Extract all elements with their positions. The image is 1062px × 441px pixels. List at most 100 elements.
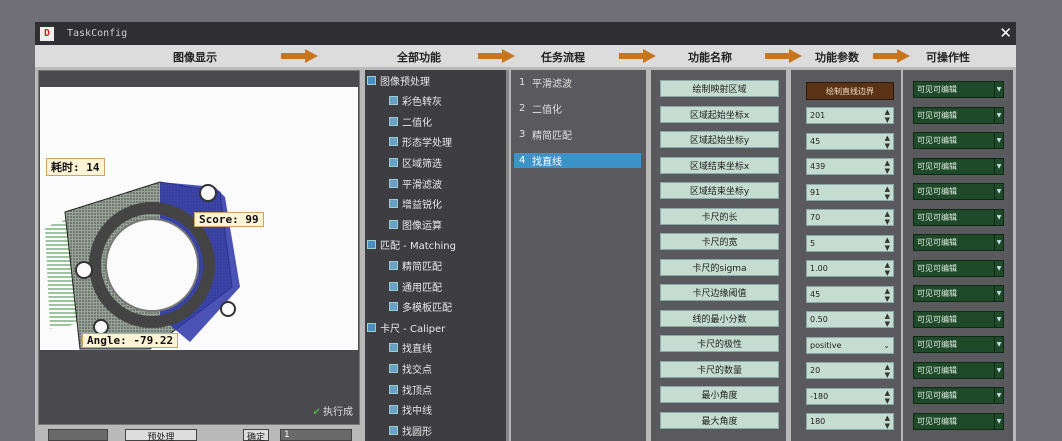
- flow-step[interactable]: 1 平滑滤波: [514, 75, 641, 90]
- operability-select[interactable]: 可见可编辑 ▼: [913, 285, 1004, 302]
- tree-item[interactable]: 增益锐化: [365, 195, 506, 213]
- flow-step[interactable]: 2 二值化: [514, 101, 641, 116]
- confirm-button[interactable]: 确定: [243, 429, 269, 441]
- tree-item-label: 找顶点: [402, 385, 432, 397]
- operability-select[interactable]: 可见可编辑 ▼: [913, 234, 1004, 251]
- operability-select[interactable]: 可见可编辑 ▼: [913, 208, 1004, 226]
- bottom-select[interactable]: [48, 429, 108, 441]
- tree-item[interactable]: 形态学处理: [365, 133, 506, 151]
- tree-item[interactable]: 通用匹配: [365, 277, 506, 295]
- tree-item[interactable]: 平滑滤波: [365, 174, 506, 192]
- preprocess-button[interactable]: 预处理: [125, 429, 197, 441]
- tree-item[interactable]: 多模板匹配: [365, 298, 506, 316]
- chevron-down-icon[interactable]: ▼: [994, 133, 1003, 148]
- operability-select[interactable]: 可见可编辑 ▼: [913, 336, 1004, 353]
- close-icon[interactable]: ✕: [999, 24, 1012, 42]
- param-spinbox[interactable]: 0.50 ▲ ▼: [806, 311, 894, 328]
- chevron-down-icon[interactable]: ▼: [994, 235, 1003, 250]
- param-spinbox[interactable]: 20 ▲ ▼: [806, 362, 894, 379]
- operability-select[interactable]: 可见可编辑 ▼: [913, 259, 1004, 277]
- param-value: 45: [810, 136, 821, 146]
- score-tag: Score: 99: [194, 212, 264, 227]
- spin-arrows-icon[interactable]: ▲ ▼: [885, 210, 890, 226]
- tree-item[interactable]: 彩色转灰: [365, 92, 506, 110]
- tree-item[interactable]: 找圆形: [365, 421, 506, 439]
- param-spinbox[interactable]: 70 ▲ ▼: [806, 209, 894, 226]
- function-icon: [389, 302, 398, 312]
- operability-select[interactable]: 可见可编辑 ▼: [913, 387, 1004, 404]
- chevron-down-icon[interactable]: ▼: [994, 184, 1003, 199]
- tree-category[interactable]: 卡尺 - Caliper: [365, 318, 506, 336]
- spin-arrows-icon[interactable]: ▲ ▼: [885, 261, 890, 277]
- operability-select[interactable]: 可见可编辑 ▼: [913, 157, 1004, 175]
- operability-select[interactable]: 可见可编辑 ▼: [913, 361, 1004, 379]
- param-spinbox[interactable]: 201 ▲ ▼: [806, 107, 894, 124]
- tree-category[interactable]: 图像预处理: [365, 71, 506, 89]
- param-spinbox[interactable]: 5 ▲ ▼: [806, 234, 894, 252]
- chevron-down-icon[interactable]: ▼: [994, 388, 1003, 403]
- draw-region-button[interactable]: 绘制映射区域: [660, 80, 779, 97]
- chevron-down-icon[interactable]: ▼: [994, 209, 1003, 225]
- draw-line-boundary-button[interactable]: 绘制直线边界: [806, 82, 894, 100]
- tree-category[interactable]: 匹配 - Matching: [365, 236, 506, 254]
- tree-item[interactable]: 找交点: [365, 359, 506, 377]
- spin-arrows-icon[interactable]: ▲ ▼: [885, 389, 890, 405]
- operability-select[interactable]: 可见可编辑 ▼: [913, 412, 1004, 430]
- param-spinbox[interactable]: -180 ▲ ▼: [806, 387, 894, 405]
- chevron-down-icon[interactable]: ▼: [994, 107, 1003, 123]
- spin-arrows-icon[interactable]: ▲ ▼: [885, 236, 890, 252]
- bottom-value-input[interactable]: 1: [280, 429, 352, 441]
- param-spinbox[interactable]: 439 ▲ ▼: [806, 158, 894, 175]
- tree-item-label: 平滑滤波: [402, 179, 442, 191]
- spin-arrows-icon[interactable]: ▲ ▼: [885, 159, 890, 175]
- polarity-select[interactable]: positive ⌄: [806, 336, 894, 354]
- task-flow-list[interactable]: 1 平滑滤波 2 二值化 3 精简匹配 4 找直线: [511, 70, 646, 441]
- chevron-down-icon[interactable]: ▼: [994, 413, 1003, 429]
- chevron-down-icon[interactable]: ▼: [994, 337, 1003, 352]
- chevron-down-icon[interactable]: ▼: [994, 82, 1003, 97]
- run-status: ✔ 执行成: [313, 403, 353, 418]
- tree-item[interactable]: 区域筛选: [365, 153, 506, 171]
- chevron-down-icon[interactable]: ▼: [994, 311, 1003, 327]
- spin-arrows-icon[interactable]: ▲ ▼: [885, 134, 890, 150]
- param-spinbox[interactable]: 180 ▲ ▼: [806, 413, 894, 430]
- tree-scrollbar[interactable]: [506, 70, 509, 441]
- tree-item[interactable]: 图像运算: [365, 215, 506, 233]
- chevron-down-icon[interactable]: ▼: [994, 286, 1003, 301]
- function-tree[interactable]: 图像预处理彩色转灰二值化形态学处理区域筛选平滑滤波增益锐化图像运算匹配 - Ma…: [365, 70, 506, 441]
- param-name-label: 区域结束坐标y: [660, 182, 779, 199]
- image-canvas[interactable]: 耗时: 14 Score: 99 Angle: -79.22: [40, 87, 358, 350]
- spin-arrows-icon[interactable]: ▲ ▼: [885, 287, 890, 303]
- flow-step[interactable]: 3 精简匹配: [514, 127, 641, 142]
- tree-item[interactable]: 二值化: [365, 112, 506, 130]
- param-spinbox[interactable]: 45 ▲ ▼: [806, 132, 894, 150]
- operability-select[interactable]: 可见可编辑 ▼: [913, 132, 1004, 149]
- spin-arrows-icon[interactable]: ▲ ▼: [885, 108, 890, 124]
- operability-select[interactable]: 可见可编辑 ▼: [913, 81, 1004, 98]
- spin-arrows-icon[interactable]: ▲ ▼: [885, 185, 890, 201]
- chevron-down-icon[interactable]: ▼: [994, 158, 1003, 174]
- tree-item[interactable]: 找直线: [365, 339, 506, 357]
- column-header: 图像显示 全部功能 任务流程 功能名称 功能参数 可操作性: [35, 45, 1016, 67]
- chevron-down-icon[interactable]: ⌄: [883, 341, 890, 350]
- spin-arrows-icon[interactable]: ▲ ▼: [885, 312, 890, 328]
- function-icon: [389, 96, 398, 106]
- tree-item[interactable]: 找中线: [365, 401, 506, 419]
- operability-select[interactable]: 可见可编辑 ▼: [913, 183, 1004, 200]
- tree-item[interactable]: 找顶点: [365, 380, 506, 398]
- flow-step[interactable]: 4 找直线: [514, 153, 641, 168]
- chevron-down-icon[interactable]: ▼: [994, 362, 1003, 378]
- operability-select[interactable]: 可见可编辑 ▼: [913, 106, 1004, 124]
- param-spinbox[interactable]: 1.00 ▲ ▼: [806, 260, 894, 277]
- spin-arrows-icon[interactable]: ▲ ▼: [885, 414, 890, 430]
- operability-select[interactable]: 可见可编辑 ▼: [913, 310, 1004, 328]
- tree-item[interactable]: 精简匹配: [365, 256, 506, 274]
- param-spinbox[interactable]: 91 ▲ ▼: [806, 183, 894, 201]
- spin-arrows-icon[interactable]: ▲ ▼: [885, 363, 890, 379]
- tree-item-label: 找中线: [402, 406, 432, 418]
- image-display-panel[interactable]: 耗时: 14 Score: 99 Angle: -79.22 ✔ 执行成: [38, 70, 360, 425]
- flow-step-number: 4: [519, 155, 526, 166]
- param-spinbox[interactable]: 45 ▲ ▼: [806, 285, 894, 303]
- param-value: 20: [810, 366, 821, 375]
- chevron-down-icon[interactable]: ▼: [994, 260, 1003, 276]
